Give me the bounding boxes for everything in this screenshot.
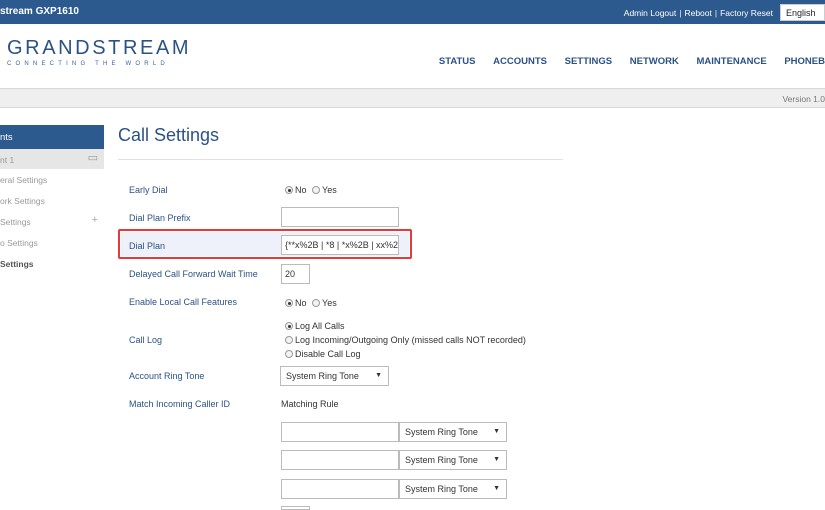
sidebar-account[interactable]: nt 1 ▭ bbox=[0, 149, 104, 169]
dropdown-arrow-icon: ▼ bbox=[493, 456, 500, 463]
radio-label: Yes bbox=[322, 298, 337, 308]
ring-tone-label: Account Ring Tone bbox=[129, 371, 205, 381]
early-dial-yes-radio[interactable] bbox=[312, 186, 321, 194]
nav-phonebook[interactable]: PHONEB bbox=[784, 56, 825, 67]
call-log-option: Disable Call Log bbox=[285, 349, 364, 359]
radio-label: No bbox=[295, 298, 307, 308]
sidebar-item-network[interactable]: ork Settings bbox=[0, 190, 104, 211]
local-features-radios: No Yes bbox=[285, 298, 340, 308]
call-log-option: Log All Calls bbox=[285, 321, 348, 331]
sidebar-item-audio[interactable]: o Settings bbox=[0, 232, 104, 253]
sidebar-item-general[interactable]: eral Settings bbox=[0, 169, 104, 190]
sidebar-item-call[interactable]: Settings bbox=[0, 253, 104, 274]
separator: | bbox=[679, 8, 682, 18]
call-log-label: Call Log bbox=[129, 335, 163, 345]
nav-status[interactable]: STATUS bbox=[439, 56, 476, 67]
sidebar-account-label: nt 1 bbox=[0, 155, 15, 165]
main-nav: STATUS ACCOUNTS SETTINGS NETWORK MAINTEN… bbox=[424, 56, 825, 67]
admin-logout-link[interactable]: Admin Logout bbox=[624, 8, 676, 18]
nav-accounts[interactable]: ACCOUNTS bbox=[493, 56, 547, 67]
sidebar-heading: nts bbox=[0, 125, 104, 149]
call-log-disable-radio[interactable] bbox=[285, 350, 293, 358]
expand-icon[interactable]: + bbox=[92, 214, 98, 226]
match-rule-tone-value: System Ring Tone bbox=[405, 455, 478, 465]
dial-plan-prefix-label: Dial Plan Prefix bbox=[129, 213, 191, 223]
factory-reset-link[interactable]: Factory Reset bbox=[720, 8, 773, 18]
sidebar-item-sip[interactable]: Settings + bbox=[0, 211, 104, 232]
call-log-inout-radio[interactable] bbox=[285, 336, 293, 344]
ring-tone-select[interactable]: System Ring Tone ▼ bbox=[280, 366, 389, 386]
local-features-yes-radio[interactable] bbox=[312, 299, 321, 307]
local-features-no-radio[interactable] bbox=[285, 299, 293, 307]
radio-label: Disable Call Log bbox=[295, 349, 361, 359]
radio-label: Log All Calls bbox=[295, 321, 345, 331]
top-bar: stream GXP1610 Admin Logout | Reboot | Facto… bbox=[0, 0, 825, 24]
highlight-box bbox=[118, 229, 412, 259]
nav-settings[interactable]: SETTINGS bbox=[565, 56, 613, 67]
early-dial-label: Early Dial bbox=[129, 185, 168, 195]
language-select[interactable]: English bbox=[780, 4, 825, 21]
delayed-forward-input[interactable]: 20 bbox=[281, 264, 310, 284]
match-rule-tone-value: System Ring Tone bbox=[405, 427, 478, 437]
sidebar-item-label: Settings bbox=[0, 217, 31, 227]
radio-label: Yes bbox=[322, 185, 337, 195]
page-title: Call Settings bbox=[118, 125, 220, 145]
match-rule-input[interactable] bbox=[281, 479, 399, 499]
product-name: stream GXP1610 bbox=[0, 6, 79, 17]
collapse-icon[interactable]: ▭ bbox=[88, 151, 98, 164]
call-log-option: Log Incoming/Outgoing Only (missed calls… bbox=[285, 335, 529, 345]
logo: GRANDSTREAM bbox=[7, 37, 192, 59]
version-text: Version 1.0 bbox=[782, 94, 825, 104]
early-dial-no-radio[interactable] bbox=[285, 186, 293, 194]
sidebar: nts nt 1 ▭ eral Settings ork Settings Se… bbox=[0, 125, 104, 274]
nav-network[interactable]: NETWORK bbox=[630, 56, 679, 67]
dial-plan-prefix-input[interactable] bbox=[281, 207, 399, 227]
partial-input[interactable] bbox=[281, 506, 310, 510]
dropdown-arrow-icon: ▼ bbox=[493, 485, 500, 492]
matching-rule-header: Matching Rule bbox=[281, 399, 339, 409]
match-caller-label: Match Incoming Caller ID bbox=[129, 399, 231, 409]
match-rule-tone-select[interactable]: System Ring Tone ▼ bbox=[399, 450, 507, 470]
match-rule-input[interactable] bbox=[281, 422, 399, 442]
match-rule-input[interactable] bbox=[281, 450, 399, 470]
separator: | bbox=[714, 8, 718, 18]
version-bar: Version 1.0 bbox=[0, 88, 825, 108]
delayed-forward-label: Delayed Call Forward Wait Time bbox=[129, 269, 258, 279]
reboot-link[interactable]: Reboot bbox=[684, 8, 711, 18]
local-features-label: Enable Local Call Features bbox=[129, 297, 238, 307]
early-dial-radios: No Yes bbox=[285, 185, 340, 195]
nav-maintenance[interactable]: MAINTENANCE bbox=[697, 56, 767, 67]
header: GRANDSTREAM CONNECTING THE WORLD STATUS … bbox=[0, 24, 825, 88]
call-log-all-radio[interactable] bbox=[285, 322, 293, 330]
radio-label: No bbox=[295, 185, 307, 195]
dropdown-arrow-icon: ▼ bbox=[493, 428, 500, 435]
top-links: Admin Logout | Reboot | Factory Reset bbox=[624, 8, 773, 18]
logo-tagline: CONNECTING THE WORLD bbox=[7, 61, 169, 67]
dropdown-arrow-icon: ▼ bbox=[375, 372, 382, 379]
ring-tone-value: System Ring Tone bbox=[286, 371, 359, 381]
divider bbox=[118, 159, 563, 160]
match-rule-tone-value: System Ring Tone bbox=[405, 484, 478, 494]
match-rule-tone-select[interactable]: System Ring Tone ▼ bbox=[399, 422, 507, 442]
match-rule-tone-select[interactable]: System Ring Tone ▼ bbox=[399, 479, 507, 499]
radio-label: Log Incoming/Outgoing Only (missed calls… bbox=[295, 335, 526, 345]
